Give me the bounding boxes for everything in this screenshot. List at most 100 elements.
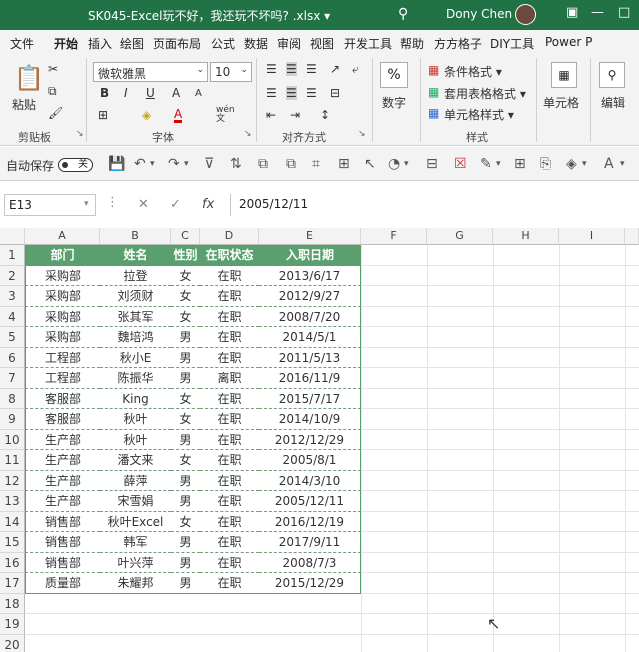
table-cell[interactable]: 在职 (200, 327, 259, 348)
table-cell[interactable]: 潘文来 (100, 450, 171, 471)
tab-formulas[interactable]: 公式 (211, 35, 235, 52)
table-cell[interactable]: 2005/8/1 (259, 450, 361, 471)
table-cell[interactable]: 2016/11/9 (259, 368, 361, 389)
grid-icon[interactable]: ⊞ (514, 156, 526, 172)
table-cell[interactable]: 在职 (200, 491, 259, 512)
minimize-icon[interactable]: — (591, 5, 604, 20)
table-cell[interactable]: 秋叶Excel (100, 512, 171, 532)
table-cell[interactable]: 在职 (200, 409, 259, 430)
tab-page-layout[interactable]: 页面布局 (153, 35, 201, 52)
tab-insert[interactable]: 插入 (88, 35, 112, 52)
underline-button[interactable]: U (146, 86, 155, 100)
table-cell[interactable]: 秋叶 (100, 409, 171, 430)
table-cell[interactable]: 采购部 (25, 286, 100, 307)
table-cell[interactable]: 女 (171, 307, 200, 327)
column-header[interactable]: H (493, 228, 559, 245)
tab-help[interactable]: 帮助 (400, 35, 424, 52)
table-icon[interactable]: ⊟ (426, 156, 438, 172)
text-direction-icon[interactable]: ↕ (320, 108, 330, 122)
table-cell[interactable]: 工程部 (25, 347, 100, 368)
row-header[interactable]: 12 (0, 470, 25, 491)
tab-data[interactable]: 数据 (244, 35, 268, 52)
row-header[interactable]: 17 (0, 573, 25, 594)
tab-developer[interactable]: 开发工具 (344, 35, 392, 52)
table-cell[interactable]: 2011/5/13 (259, 347, 361, 368)
align-bottom-icon[interactable]: ☰ (306, 62, 317, 76)
shapes-icon[interactable]: ◔ (388, 156, 400, 172)
fill-color-icon[interactable]: ◈ (142, 108, 151, 122)
table-cell[interactable]: 在职 (200, 573, 259, 594)
cells-button[interactable]: 单元格 (543, 94, 579, 111)
tab-fangfang[interactable]: 方方格子 (434, 35, 482, 52)
row-header[interactable]: 11 (0, 450, 25, 471)
table-cell[interactable]: 2008/7/3 (259, 552, 361, 573)
table-cell[interactable]: 男 (171, 430, 200, 450)
table-cell[interactable]: 薛萍 (100, 471, 171, 491)
paste-button[interactable]: 粘贴 (12, 96, 36, 113)
tab-home[interactable]: 开始 (54, 35, 79, 56)
table-cell[interactable]: 男 (171, 491, 200, 512)
number-button[interactable]: 数字 (382, 94, 406, 111)
row-header[interactable]: 18 (0, 593, 25, 614)
table-cell[interactable]: 在职 (200, 389, 259, 409)
table-cell[interactable]: 客服部 (25, 409, 100, 430)
table-cell[interactable]: 在职 (200, 553, 259, 573)
table-cell[interactable]: 质量部 (25, 573, 100, 594)
table-cell[interactable]: 在职 (200, 471, 259, 491)
row-header[interactable]: 13 (0, 491, 25, 512)
tab-file[interactable]: 文件 (10, 35, 34, 52)
tab-draw[interactable]: 绘图 (120, 35, 144, 52)
phonetic-icon[interactable]: wén 文 (216, 106, 235, 124)
table-cell[interactable]: 采购部 (25, 306, 100, 327)
header-cell[interactable]: 入职日期 (259, 245, 361, 266)
table-cell[interactable]: 张其军 (100, 307, 171, 327)
dialog-launcher-icon[interactable]: ↘ (244, 129, 252, 139)
row-header[interactable]: 15 (0, 532, 25, 553)
table-cell[interactable]: 生产部 (25, 429, 100, 450)
number-format-icon[interactable]: % (380, 62, 408, 88)
merge-cells-icon[interactable]: ⊟ (330, 86, 340, 100)
tab-power[interactable]: Power P (545, 35, 592, 49)
edit-icon[interactable]: ✎ (480, 156, 492, 172)
name-box[interactable]: E13 (4, 194, 96, 216)
table-cell[interactable]: 客服部 (25, 388, 100, 409)
fill-color-icon[interactable]: ◈ (566, 156, 577, 172)
table-cell[interactable]: 2015/7/17 (259, 388, 361, 409)
group-icon[interactable]: ⧉ (258, 156, 268, 172)
delete-icon[interactable]: ☒ (454, 156, 467, 172)
row-header[interactable]: 4 (0, 306, 25, 327)
autosave-toggle[interactable]: 关 (58, 158, 93, 172)
table-cell[interactable]: 宋雪娟 (100, 491, 171, 512)
table-cell[interactable]: 采购部 (25, 327, 100, 348)
borders-icon[interactable]: ⊞ (98, 108, 108, 122)
copy-icon[interactable]: ⧉ (48, 84, 57, 99)
tab-review[interactable]: 审阅 (277, 35, 301, 52)
decrease-indent-icon[interactable]: ⇤ (266, 108, 276, 122)
cancel-icon[interactable]: ✕ (138, 197, 149, 212)
ungroup-icon[interactable]: ⧉ (286, 156, 296, 172)
wrap-text-icon[interactable]: ⤶ (352, 62, 359, 77)
formula-input[interactable]: 2005/12/11 (230, 194, 639, 216)
avatar[interactable] (515, 4, 536, 25)
align-left-icon[interactable]: ☰ (266, 86, 277, 100)
search-icon[interactable]: ⚲ (398, 6, 408, 22)
table-cell[interactable]: 生产部 (25, 491, 100, 512)
table-cell[interactable]: 女 (171, 286, 200, 307)
table-cell[interactable]: 在职 (200, 450, 259, 471)
table-cell[interactable]: 生产部 (25, 450, 100, 471)
column-header[interactable] (625, 228, 639, 245)
table-cell[interactable]: 2014/3/10 (259, 470, 361, 491)
align-objects-icon[interactable]: ⊞ (338, 156, 350, 172)
frame-icon[interactable]: ⌗ (312, 156, 320, 172)
table-cell[interactable]: 女 (171, 389, 200, 409)
paste-icon[interactable]: 📋 (14, 64, 44, 92)
dialog-launcher-icon[interactable]: ↘ (76, 129, 84, 139)
dialog-launcher-icon[interactable]: ↘ (358, 129, 366, 139)
table-cell[interactable]: 叶兴萍 (100, 553, 171, 573)
font-color-icon[interactable]: A (604, 156, 614, 172)
cells-icon[interactable]: ▦ (551, 62, 577, 88)
orientation-icon[interactable]: ↗ (330, 62, 340, 76)
table-cell[interactable]: 2012/12/29 (259, 429, 361, 450)
row-header[interactable]: 16 (0, 552, 25, 573)
redo-icon[interactable]: ↷ (168, 156, 180, 172)
